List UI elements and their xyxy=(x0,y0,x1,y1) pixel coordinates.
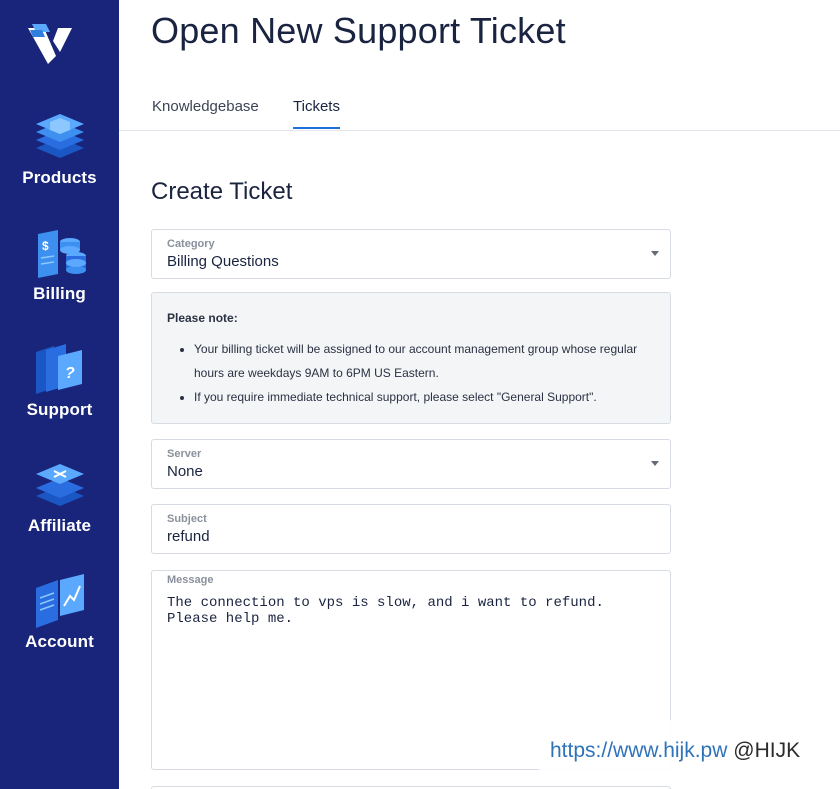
watermark-text: https://www.hijk.pw @HIJK xyxy=(550,739,800,763)
sidebar: Products $ Billing ? Support Affiliate A… xyxy=(0,0,119,789)
note-list: Your billing ticket will be assigned to … xyxy=(194,337,654,409)
chevron-down-icon xyxy=(651,461,659,466)
products-icon xyxy=(35,114,84,158)
watermark: https://www.hijk.pw @HIJK xyxy=(539,720,830,778)
affiliate-icon xyxy=(35,464,84,506)
message-value: The connection to vps is slow, and i wan… xyxy=(167,595,604,627)
svg-text:$: $ xyxy=(42,239,49,253)
sidebar-item-billing[interactable]: $ Billing xyxy=(0,224,119,304)
tab-bar: Knowledgebase Tickets xyxy=(119,84,840,131)
sidebar-item-label: Support xyxy=(26,400,93,419)
billing-note: Please note: Your billing ticket will be… xyxy=(151,292,671,424)
category-value: Billing Questions xyxy=(167,253,279,270)
account-icon xyxy=(35,574,84,628)
sidebar-item-label: Account xyxy=(25,632,94,651)
vultr-logo-icon[interactable] xyxy=(28,24,74,64)
sidebar-item-account[interactable]: Account xyxy=(0,572,119,652)
page-title: Open New Support Ticket xyxy=(151,10,566,51)
svg-text:?: ? xyxy=(65,365,75,382)
sidebar-item-label: Billing xyxy=(33,284,86,303)
server-select[interactable]: Server None xyxy=(151,439,671,489)
tab-tickets[interactable]: Tickets xyxy=(293,98,340,129)
category-label: Category xyxy=(167,238,215,250)
subject-label: Subject xyxy=(167,513,207,525)
server-label: Server xyxy=(167,448,202,460)
sidebar-item-label: Affiliate xyxy=(27,516,92,535)
sidebar-item-label: Products xyxy=(22,168,97,187)
server-value: None xyxy=(167,463,203,480)
note-item: Your billing ticket will be assigned to … xyxy=(194,337,654,385)
sidebar-item-products[interactable]: Products xyxy=(0,108,119,188)
main-content: Open New Support Ticket Knowledgebase Ti… xyxy=(119,0,840,789)
sidebar-item-support[interactable]: ? Support xyxy=(0,340,119,420)
form-title: Create Ticket xyxy=(151,178,293,205)
chevron-down-icon xyxy=(651,251,659,256)
note-item: If you require immediate technical suppo… xyxy=(194,385,654,409)
watermark-url[interactable]: https://www.hijk.pw xyxy=(550,739,727,762)
category-select[interactable]: Category Billing Questions xyxy=(151,229,671,279)
subject-input[interactable]: Subject refund xyxy=(151,504,671,554)
note-title: Please note: xyxy=(167,311,238,325)
billing-icon: $ xyxy=(37,230,86,278)
sidebar-item-affiliate[interactable]: Affiliate xyxy=(0,456,119,536)
tab-knowledgebase[interactable]: Knowledgebase xyxy=(152,98,259,127)
support-icon: ? xyxy=(35,344,82,394)
subject-value: refund xyxy=(167,528,210,545)
message-label: Message xyxy=(167,574,214,586)
watermark-handle: @HIJK xyxy=(733,739,801,762)
